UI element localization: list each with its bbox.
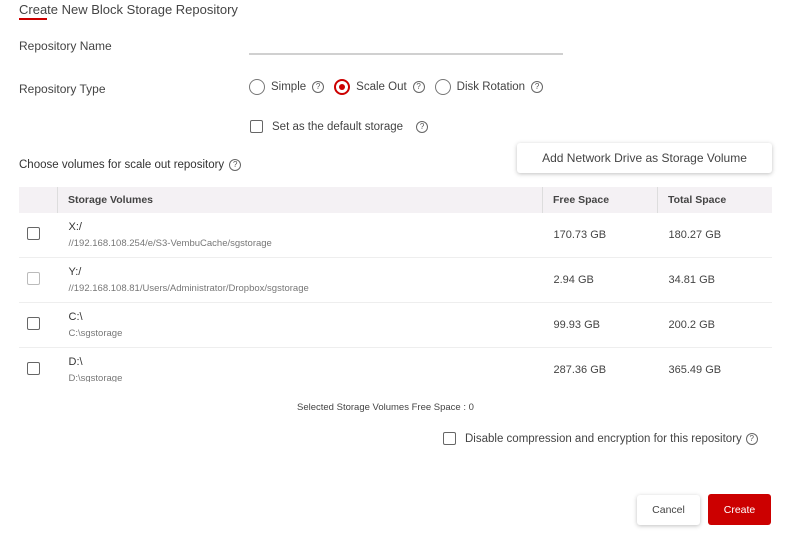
repository-name-label: Repository Name xyxy=(19,39,112,53)
table-row: X:/ //192.168.108.254/e/S3-VembuCache/sgs… xyxy=(19,213,772,258)
volume-name: Y:/ xyxy=(68,266,82,278)
radio-disk-rotation[interactable]: Disk Rotation ? xyxy=(434,79,544,95)
create-button[interactable]: Create xyxy=(708,494,771,525)
radio-simple[interactable]: Simple ? xyxy=(249,79,325,95)
radio-scale-out-label: Scale Out xyxy=(356,81,407,93)
free-space: 2.94 GB xyxy=(542,257,658,303)
table-row: D:\ D:\sgstorage 287.36 GB 365.49 GB xyxy=(19,347,772,382)
default-storage-row: Set as the default storage ? xyxy=(250,120,429,133)
add-network-drive-button[interactable]: Add Network Drive as Storage Volume xyxy=(517,143,772,173)
header-free-space[interactable]: Free Space xyxy=(542,187,658,213)
free-space: 287.36 GB xyxy=(542,347,658,382)
header-total-space[interactable]: Total Space xyxy=(657,187,772,213)
repository-type-label: Repository Type xyxy=(19,82,106,96)
radio-scale-out[interactable]: Scale Out ? xyxy=(334,79,425,95)
volumes-section-text: Choose volumes for scale out repository xyxy=(19,159,225,171)
disable-compression-row: Disable compression and encryption for t… xyxy=(443,432,758,445)
help-icon[interactable]: ? xyxy=(229,159,242,171)
help-icon[interactable]: ? xyxy=(531,81,544,93)
radio-scale-out-circle[interactable] xyxy=(334,79,351,95)
row-checkbox xyxy=(27,272,40,285)
repository-type-group: Simple ? Scale Out ? Disk Rotation ? xyxy=(249,79,544,95)
volume-path: D:\sgstorage xyxy=(68,373,123,382)
radio-simple-label: Simple xyxy=(271,81,307,93)
title-underline xyxy=(19,18,47,20)
radio-disk-rotation-circle[interactable] xyxy=(434,79,451,95)
volumes-table: Storage Volumes Free Space Total Space X… xyxy=(19,187,772,382)
disable-compression-label: Disable compression and encryption for t… xyxy=(465,432,742,445)
free-space: 99.93 GB xyxy=(542,302,658,348)
help-icon[interactable]: ? xyxy=(416,120,429,133)
header-select xyxy=(19,187,58,213)
default-storage-checkbox[interactable] xyxy=(250,120,263,133)
radio-simple-circle[interactable] xyxy=(249,79,265,95)
row-checkbox[interactable] xyxy=(27,317,40,330)
row-checkbox[interactable] xyxy=(27,227,40,240)
dialog-title: Create New Block Storage Repository xyxy=(19,2,238,17)
volume-name: X:/ xyxy=(68,221,82,233)
free-space: 170.73 GB xyxy=(542,213,658,258)
volumes-table-container[interactable]: Storage Volumes Free Space Total Space X… xyxy=(19,187,772,382)
volume-name: C:\ xyxy=(68,311,83,323)
help-icon[interactable]: ? xyxy=(312,81,325,93)
volumes-section-label: Choose volumes for scale out repository … xyxy=(19,159,242,171)
total-space: 180.27 GB xyxy=(657,213,772,258)
cancel-button[interactable]: Cancel xyxy=(637,495,700,525)
table-row: Y:/ //192.168.108.81/Users/Administrator/… xyxy=(19,257,772,303)
disable-compression-checkbox[interactable] xyxy=(443,432,456,445)
repository-name-input[interactable] xyxy=(249,53,563,55)
volume-path: //192.168.108.81/Users/Administrator/Dro… xyxy=(68,283,309,294)
volume-path: //192.168.108.254/e/S3-VembuCache/sgstor… xyxy=(68,238,272,249)
table-header: Storage Volumes Free Space Total Space xyxy=(19,187,772,213)
volume-name: D:\ xyxy=(68,356,83,368)
help-icon[interactable]: ? xyxy=(412,81,425,93)
total-space: 200.2 GB xyxy=(657,302,772,348)
row-checkbox[interactable] xyxy=(27,362,40,375)
radio-disk-rotation-label: Disk Rotation xyxy=(456,81,526,93)
header-storage-volumes[interactable]: Storage Volumes xyxy=(57,187,543,213)
table-row: C:\ C:\sgstorage 99.93 GB 200.2 GB xyxy=(19,302,772,348)
total-space: 365.49 GB xyxy=(657,347,772,382)
total-space: 34.81 GB xyxy=(657,257,772,303)
selected-free-space: Selected Storage Volumes Free Space : 0 xyxy=(297,402,474,413)
help-icon[interactable]: ? xyxy=(745,432,758,445)
default-storage-label: Set as the default storage xyxy=(272,120,404,133)
volume-path: C:\sgstorage xyxy=(68,328,123,339)
